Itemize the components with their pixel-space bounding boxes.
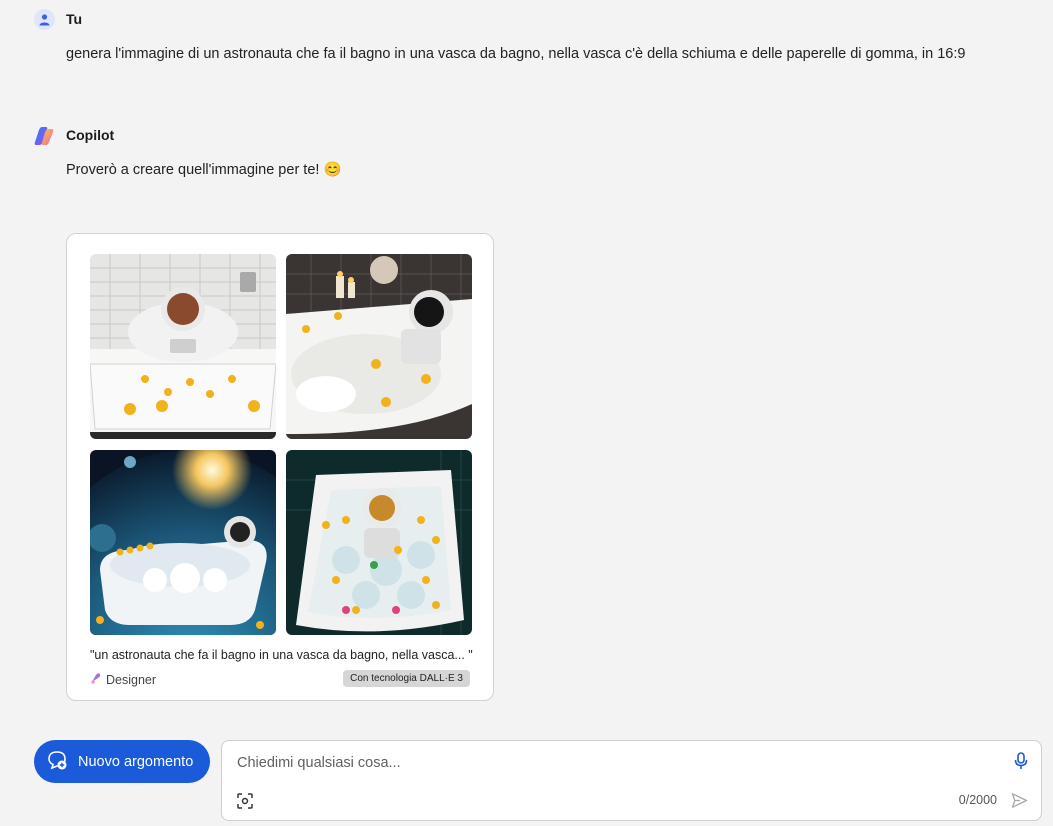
send-icon[interactable] xyxy=(1011,792,1028,814)
character-counter: 0/2000 xyxy=(958,793,997,807)
generated-image-3[interactable] xyxy=(90,450,276,635)
generated-image-4[interactable] xyxy=(286,450,472,635)
generated-image-2[interactable] xyxy=(286,254,472,439)
dalle-badge: Con tecnologia DALL·E 3 xyxy=(343,670,470,687)
mic-icon[interactable] xyxy=(1014,752,1028,775)
image-scan-icon[interactable] xyxy=(237,793,253,814)
designer-icon xyxy=(90,672,102,687)
designer-link[interactable]: Designer xyxy=(90,672,156,687)
chat-input-box: 0/2000 xyxy=(221,740,1042,821)
new-topic-icon xyxy=(46,749,68,775)
new-topic-button[interactable]: Nuovo argomento xyxy=(34,740,210,783)
copilot-logo-icon xyxy=(33,125,55,147)
image-prompt-caption: "un astronauta che fa il bagno in una va… xyxy=(90,648,473,662)
copilot-message-text: Proverò a creare quell'immagine per te! … xyxy=(66,162,342,178)
generated-images-card: "un astronauta che fa il bagno in una va… xyxy=(66,233,494,701)
designer-label: Designer xyxy=(106,672,157,687)
user-message-text: genera l'immagine di un astronauta che f… xyxy=(66,46,966,62)
generated-image-1[interactable] xyxy=(90,254,276,439)
user-sender-name: Tu xyxy=(66,11,83,27)
new-topic-label: Nuovo argomento xyxy=(78,753,194,770)
copilot-sender-name: Copilot xyxy=(66,127,115,143)
chat-input[interactable] xyxy=(235,751,999,775)
user-avatar-icon xyxy=(34,9,55,30)
